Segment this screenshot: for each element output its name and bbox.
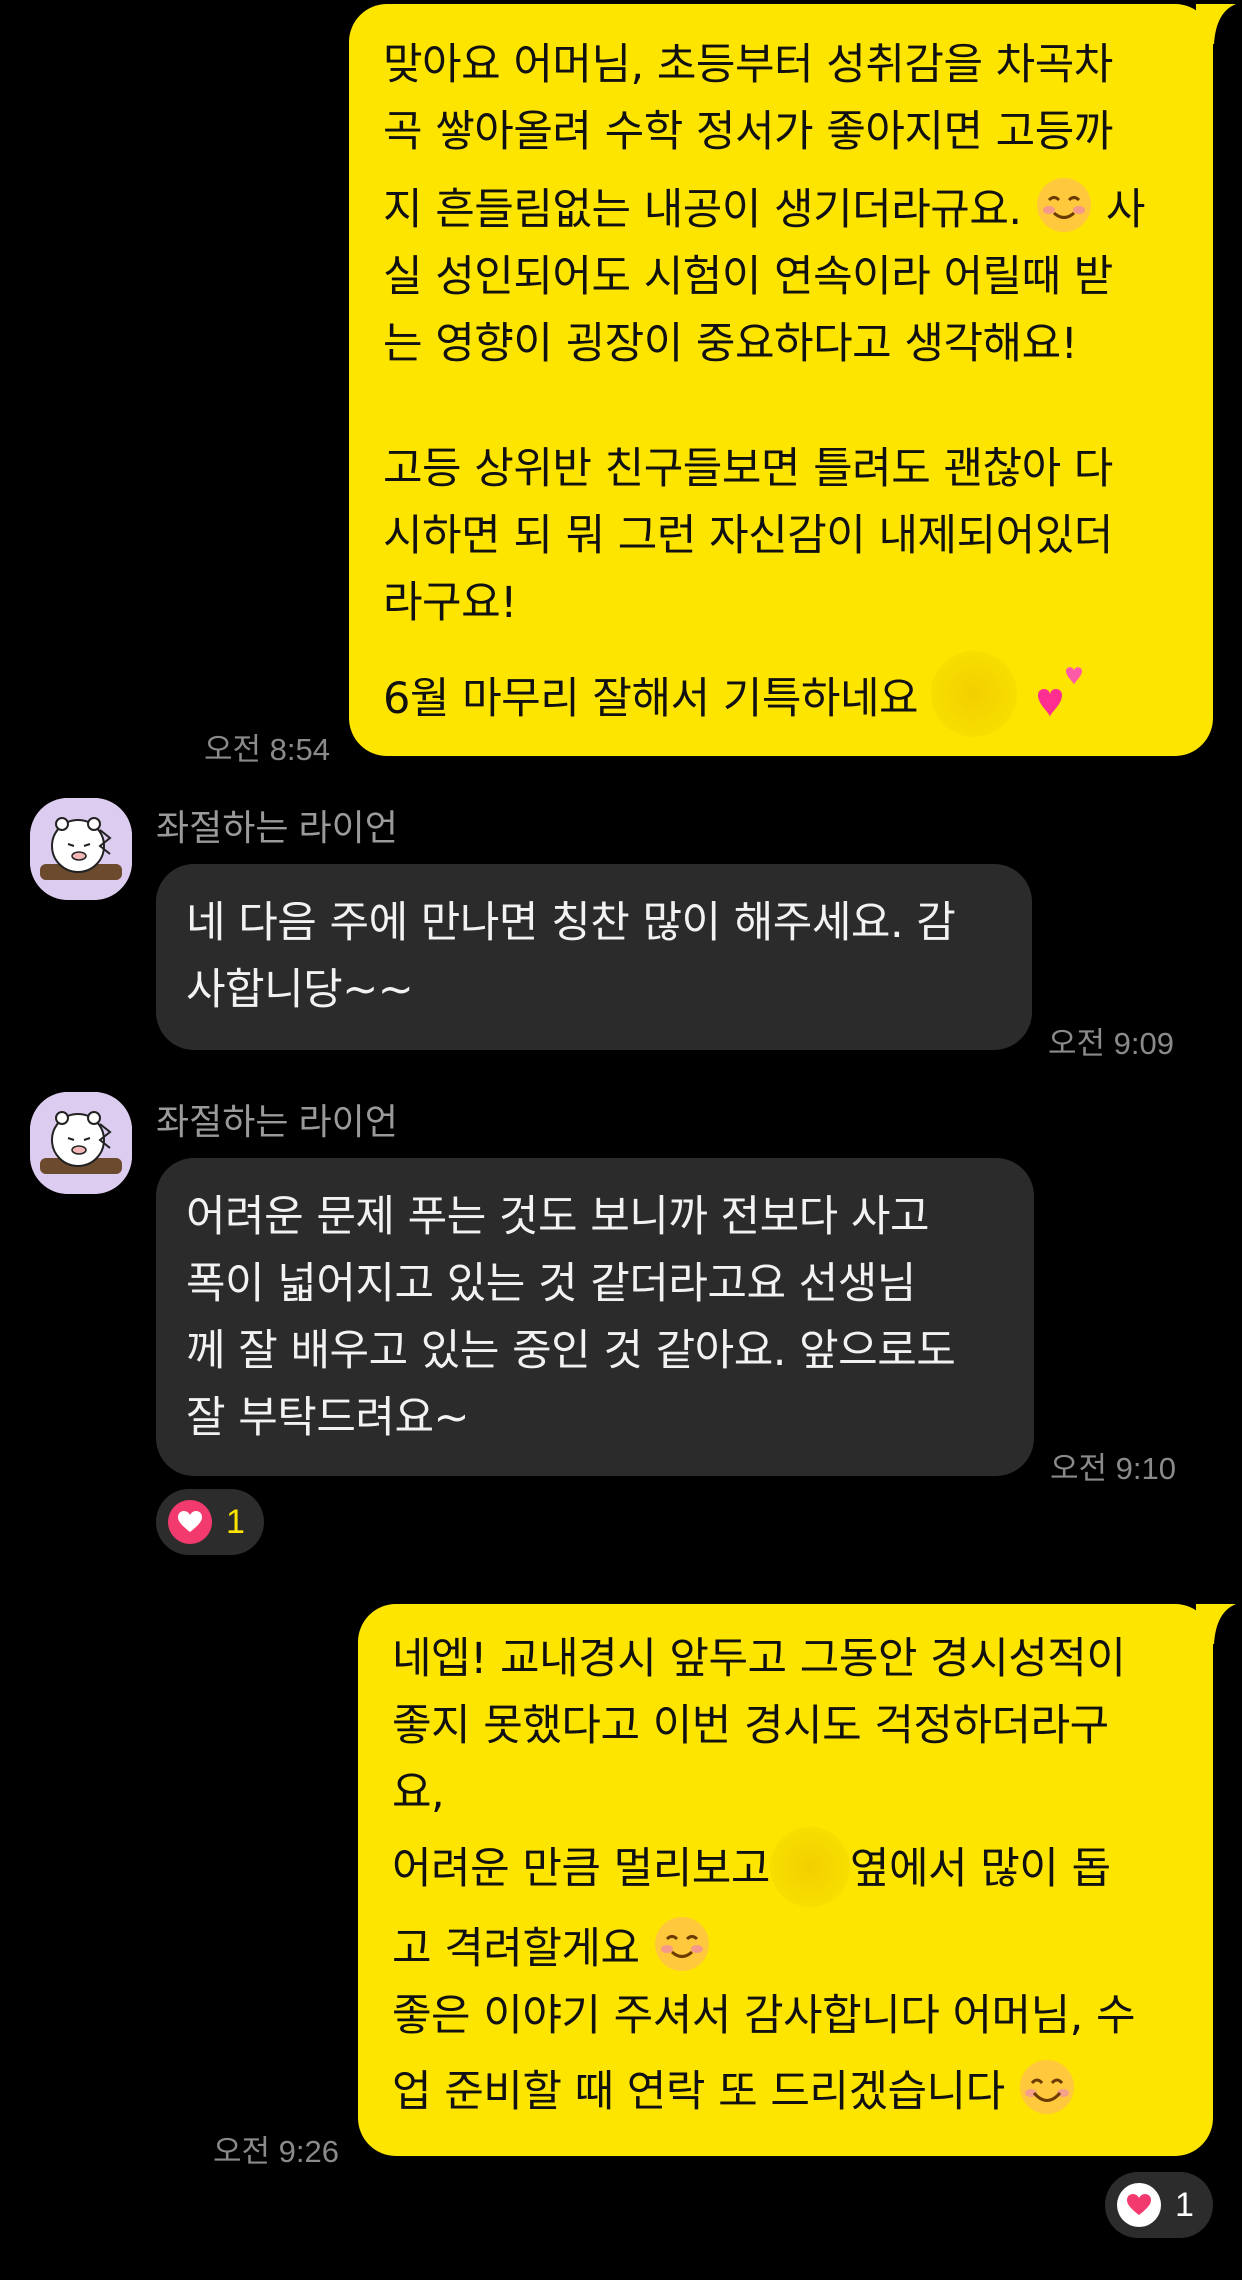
message-text-line: 께 잘 배우고 있는 중인 것 같아요. 앞으로도	[186, 1326, 956, 1376]
message-text-line: 네 다음 주에 만나면 칭찬 많이 해주세요. 감	[186, 898, 956, 948]
message-text-line: 맞아요 어머님, 초등부터 성취감을 차곡차	[383, 40, 1113, 90]
two-hearts-emoji-icon	[1038, 667, 1083, 717]
heart-icon	[168, 1500, 212, 1544]
message-text-line: 사합니당~~	[186, 965, 414, 1015]
other-message-bubble[interactable]: 네 다음 주에 만나면 칭찬 많이 해주세요. 감 사합니당~~	[156, 864, 1032, 1050]
message-text-line: 라구요!	[383, 578, 517, 628]
message-text-line: 곡 쌓아올려 수학 정서가 좋아지면 고등까	[383, 107, 1113, 157]
lion-character-icon	[30, 798, 132, 900]
message-timestamp: 오전 9:26	[213, 2134, 339, 2169]
other-message-bubble[interactable]: 어려운 문제 푸는 것도 보니까 전보다 사고 폭이 넓어지고 있는 것 같더라…	[156, 1158, 1034, 1476]
sender-name: 좌절하는 라이언	[156, 807, 398, 848]
message-text-line: 좋은 이야기 주셔서 감사합니다 어머님, 수	[392, 1991, 1136, 2041]
heart-icon	[1117, 2183, 1161, 2227]
my-message-bubble[interactable]: 맞아요 어머님, 초등부터 성취감을 차곡차 곡 쌓아올려 수학 정서가 좋아지…	[349, 4, 1213, 756]
message-text-line: 지 흔들림없는 내공이 생기더라규요. 사	[383, 176, 1189, 244]
smiling-face-with-smiling-eyes-emoji-icon	[1019, 2060, 1074, 2114]
message-text-line: 어려운 만큼 멀리보고 옆에서 많이 돕	[392, 1827, 1189, 1907]
avatar[interactable]	[30, 1092, 132, 1194]
message-timestamp: 오전 9:10	[1050, 1451, 1176, 1486]
sender-name: 좌절하는 라이언	[156, 1101, 398, 1142]
message-text-line: 네엡! 교내경시 앞두고 그동안 경시성적이	[392, 1634, 1126, 1684]
reaction-count: 1	[1175, 2185, 1194, 2224]
my-message-bubble[interactable]: 네엡! 교내경시 앞두고 그동안 경시성적이 좋지 못했다고 이번 경시도 걱정…	[358, 1604, 1213, 2156]
blurred-name-mask	[931, 651, 1018, 737]
message-timestamp: 오전 8:54	[204, 732, 330, 767]
message-text-line: 6월 마무리 잘해서 기특하네요	[383, 651, 1189, 737]
avatar[interactable]	[30, 798, 132, 900]
message-text-line: 요,	[392, 1768, 445, 1818]
reaction-badge[interactable]: 1	[1105, 2172, 1213, 2238]
message-text-line: 고등 상위반 친구들보면 틀려도 괜찮아 다	[383, 444, 1113, 494]
message-timestamp: 오전 9:09	[1048, 1026, 1174, 1061]
bubble-tail	[1196, 1604, 1236, 1644]
message-text-line: 실 성인되어도 시험이 연속이라 어릴때 받	[383, 252, 1113, 302]
blurred-name-mask	[769, 1827, 850, 1907]
message-text-line: 좋지 못했다고 이번 경시도 걱정하더라구	[392, 1701, 1109, 1751]
message-text-line: 폭이 넓어지고 있는 것 같더라고요 선생님	[186, 1259, 916, 1309]
message-text-line: 시하면 되 뭐 그런 자신감이 내제되어있더	[383, 511, 1113, 561]
message-text-line: 어려운 문제 푸는 것도 보니까 전보다 사고	[186, 1192, 930, 1242]
reaction-count: 1	[226, 1502, 245, 1541]
bubble-tail	[1196, 4, 1236, 44]
message-text-line: 는 영향이 굉장이 중요하다고 생각해요!	[383, 319, 1078, 369]
reaction-badge[interactable]: 1	[156, 1489, 264, 1555]
message-text-line: 고 격려할게요	[392, 1915, 1189, 1983]
smiling-face-emoji-icon	[1036, 178, 1091, 232]
message-text-line: 잘 부탁드려요~	[186, 1393, 470, 1443]
smiling-face-emoji-icon	[654, 1917, 709, 1971]
lion-character-icon	[30, 1092, 132, 1194]
message-text-line: 업 준비할 때 연락 또 드리겠습니다	[392, 2058, 1189, 2126]
